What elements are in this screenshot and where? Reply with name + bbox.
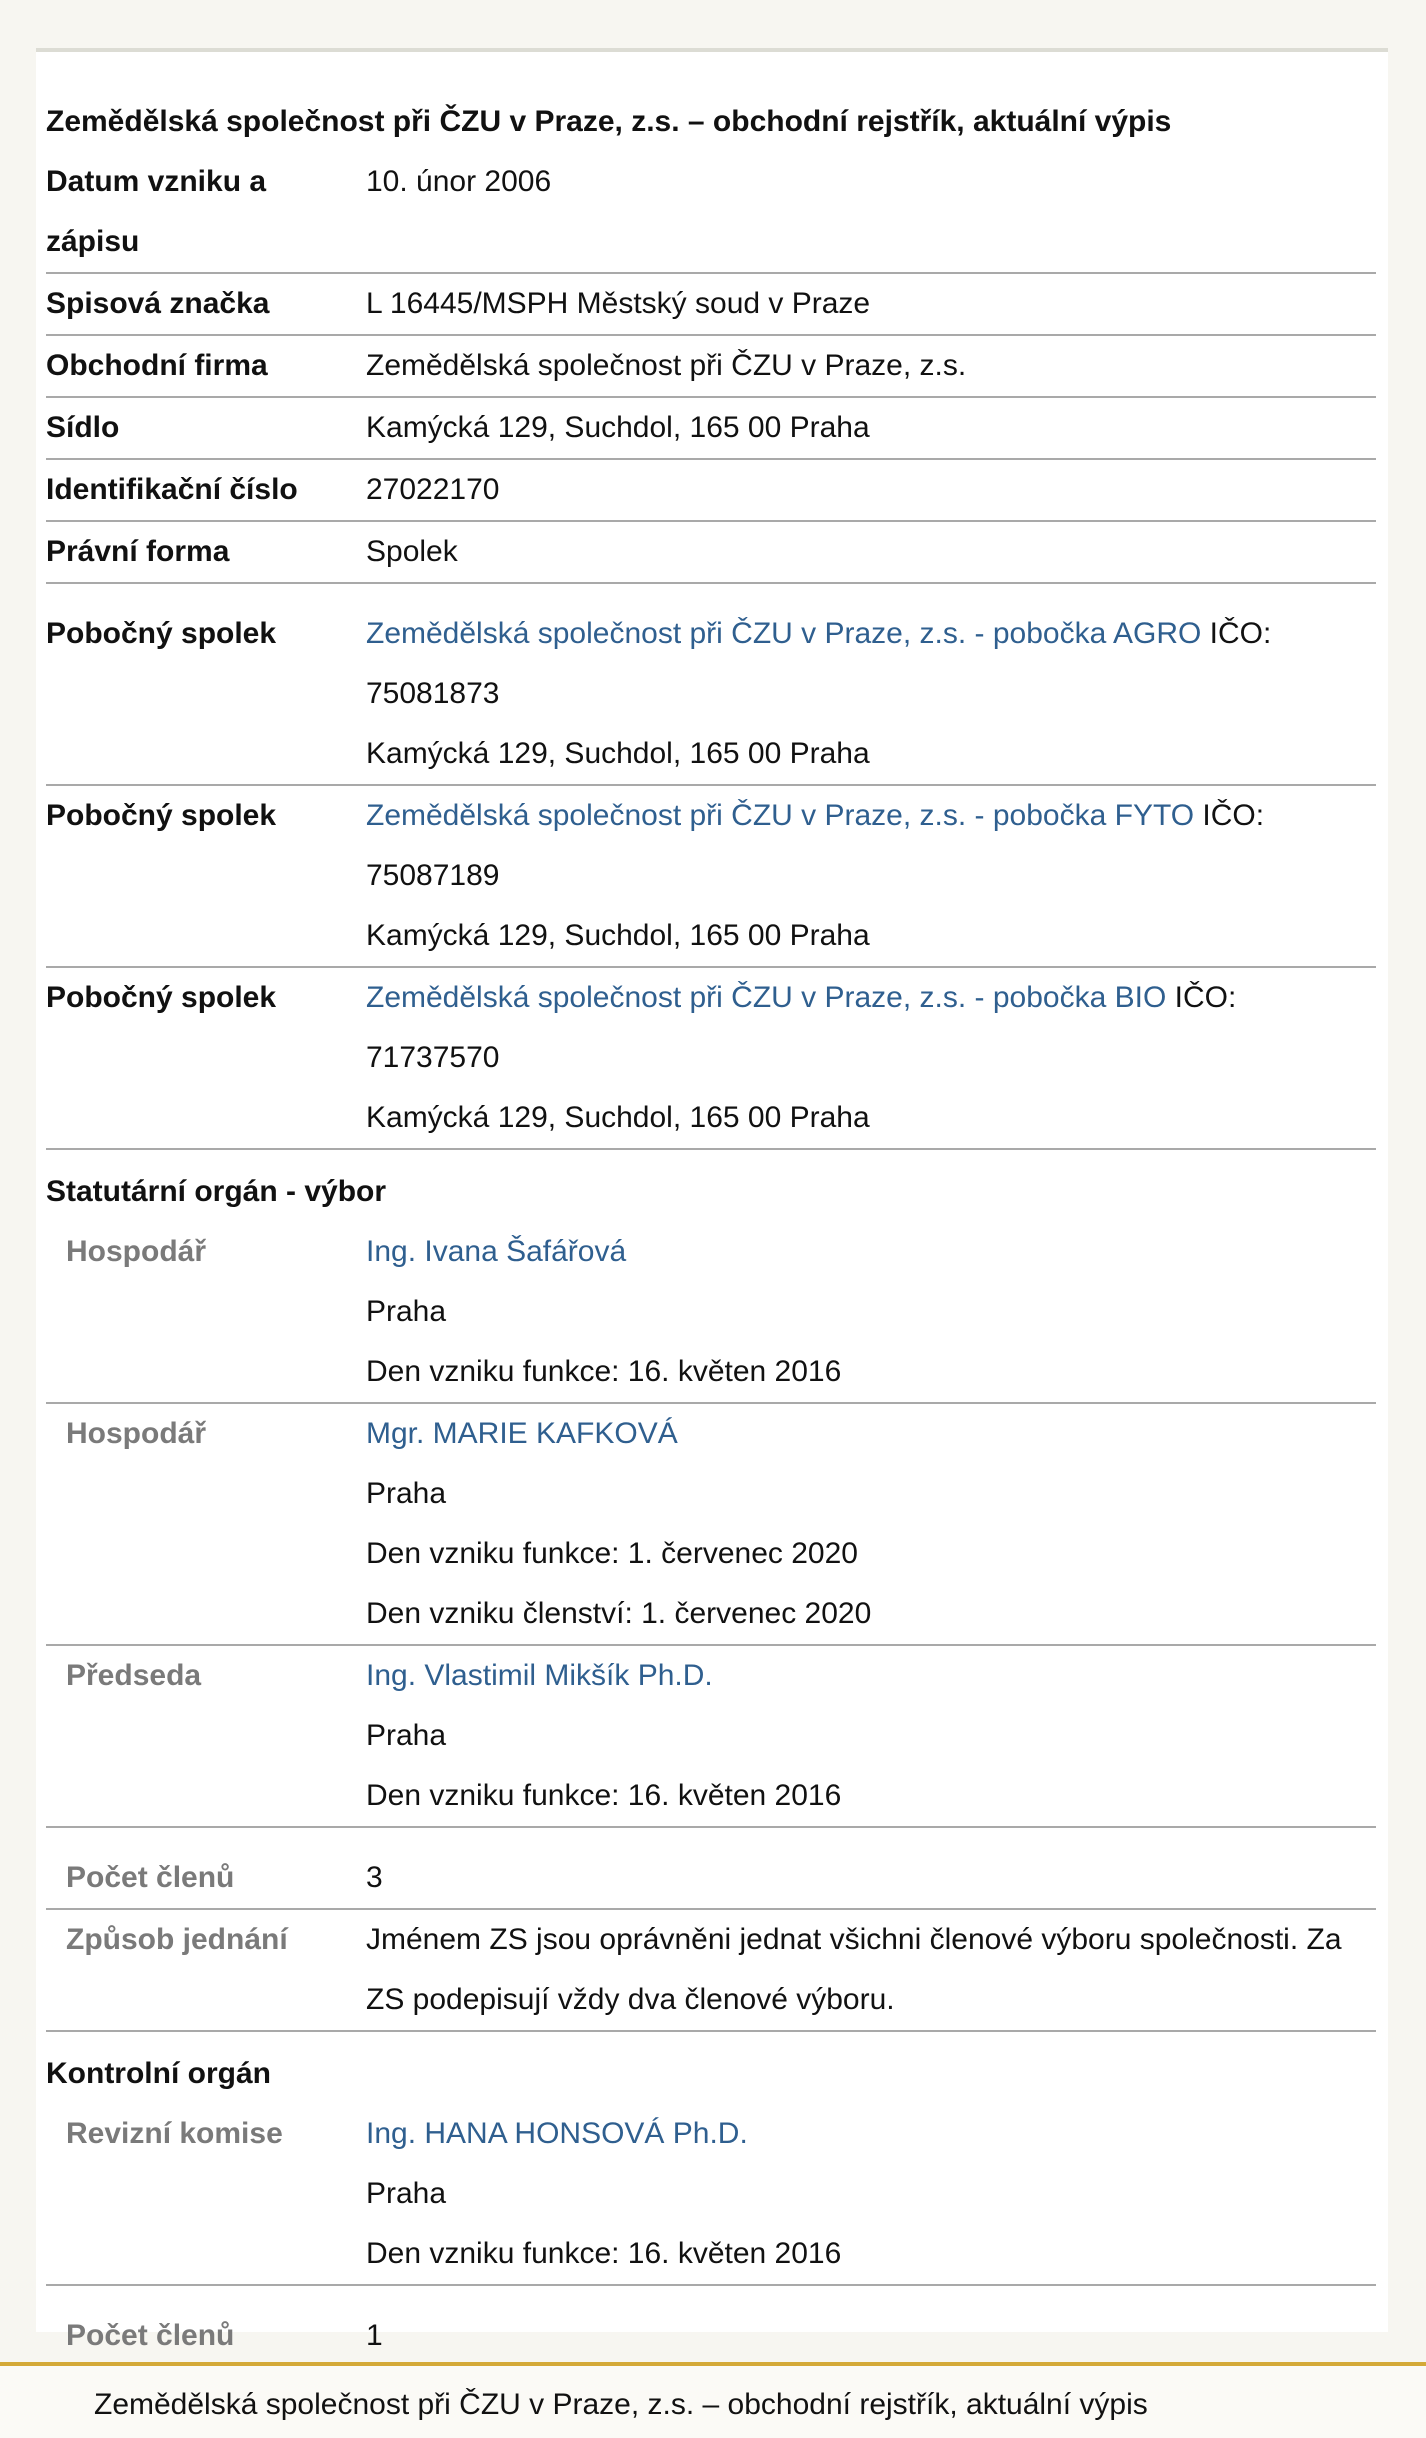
member-details: Ing. Ivana Šafářová Praha Den vzniku fun… xyxy=(366,1222,1376,1402)
member-link[interactable]: Mgr. MARIE KAFKOVÁ xyxy=(366,1417,678,1450)
row-value: Zemědělská společnost při ČZU v Praze, z… xyxy=(366,349,967,382)
row-label: Pobočný spolek xyxy=(46,617,277,650)
row-value: Zemědělská společnost při ČZU v Praze, z… xyxy=(366,968,1376,1148)
member-role: Hospodář xyxy=(66,1417,207,1450)
member-row: Předseda Ing. Vlastimil Mikšík Ph.D. Pra… xyxy=(46,1646,1376,1828)
register-content: Zemědělská společnost při ČZU v Praze, z… xyxy=(46,52,1376,2368)
member-since: Den vzniku funkce: 1. červenec 2020 xyxy=(366,1537,858,1570)
info-row-id-number: Identifikační číslo 27022170 xyxy=(46,460,1376,522)
section-heading-control: Kontrolní orgán xyxy=(46,2057,271,2090)
member-link[interactable]: Ing. HANA HONSOVÁ Ph.D. xyxy=(366,2117,748,2150)
member-details: Mgr. MARIE KAFKOVÁ Praha Den vzniku funk… xyxy=(366,1404,1376,1644)
member-row: Hospodář Mgr. MARIE KAFKOVÁ Praha Den vz… xyxy=(46,1404,1376,1646)
row-value: Spolek xyxy=(366,535,458,568)
member-since: Den vzniku funkce: 16. květen 2016 xyxy=(366,1355,842,1388)
row-label: Počet členů xyxy=(66,2319,235,2352)
member-city: Praha xyxy=(366,2177,447,2210)
row-label: Obchodní firma xyxy=(46,349,268,382)
row-value: 27022170 xyxy=(366,473,500,506)
acting-method-row: Způsob jednání Jménem ZS jsou oprávněni … xyxy=(46,1910,1376,2032)
row-value: Kamýcká 129, Suchdol, 165 00 Praha xyxy=(366,411,870,444)
branch-address: Kamýcká 129, Suchdol, 165 00 Praha xyxy=(366,919,870,952)
member-city: Praha xyxy=(366,1719,447,1752)
member-row: Hospodář Ing. Ivana Šafářová Praha Den v… xyxy=(46,1222,1376,1404)
member-count-row: Počet členů 1 xyxy=(46,2286,1376,2368)
member-link[interactable]: Ing. Vlastimil Mikšík Ph.D. xyxy=(366,1659,713,1692)
member-count: 3 xyxy=(366,1861,383,1894)
branch-link-agro[interactable]: Zemědělská společnost při ČZU v Praze, z… xyxy=(366,617,1201,650)
member-count-row: Počet členů 3 xyxy=(46,1828,1376,1910)
row-label: Způsob jednání xyxy=(66,1923,288,1956)
member-since: Den vzniku funkce: 16. květen 2016 xyxy=(366,2237,842,2270)
page-title: Zemědělská společnost při ČZU v Praze, z… xyxy=(46,105,1172,138)
branch-row: Pobočný spolek Zemědělská společnost při… xyxy=(46,968,1376,1150)
branch-link-bio[interactable]: Zemědělská společnost při ČZU v Praze, z… xyxy=(366,981,1166,1014)
info-row-seat: Sídlo Kamýcká 129, Suchdol, 165 00 Praha xyxy=(46,398,1376,460)
footer-text: Zemědělská společnost při ČZU v Praze, z… xyxy=(94,2388,1148,2421)
ico-text: IČO: xyxy=(1201,617,1272,650)
member-city: Praha xyxy=(366,1477,447,1510)
branch-row: Pobočný spolek Zemědělská společnost při… xyxy=(46,786,1376,968)
member-row: Revizní komise Ing. HANA HONSOVÁ Ph.D. P… xyxy=(46,2104,1376,2286)
branch-address: Kamýcká 129, Suchdol, 165 00 Praha xyxy=(366,737,870,770)
member-role: Hospodář xyxy=(66,1235,207,1268)
member-membership: Den vzniku členství: 1. červenec 2020 xyxy=(366,1597,872,1630)
row-label: Právní forma xyxy=(46,535,230,568)
branch-link-fyto[interactable]: Zemědělská společnost při ČZU v Praze, z… xyxy=(366,799,1194,832)
row-label: Spisová značka xyxy=(46,287,270,320)
row-label: Datum vzniku a zápisu xyxy=(46,165,267,258)
row-label: Sídlo xyxy=(46,411,120,444)
branch-address: Kamýcká 129, Suchdol, 165 00 Praha xyxy=(366,1101,870,1134)
row-label: Identifikační číslo xyxy=(46,473,298,506)
row-label: Pobočný spolek xyxy=(46,799,277,832)
member-details: Ing. HANA HONSOVÁ Ph.D. Praha Den vzniku… xyxy=(366,2104,1376,2284)
row-value: 10. únor 2006 xyxy=(366,165,552,198)
row-value: Zemědělská společnost při ČZU v Praze, z… xyxy=(366,604,1376,784)
register-card: Zemědělská společnost při ČZU v Praze, z… xyxy=(36,48,1388,2368)
footer-bar: Zemědělská společnost při ČZU v Praze, z… xyxy=(0,2362,1426,2438)
info-row-founded: Datum vzniku a zápisu 10. únor 2006 xyxy=(46,152,1376,274)
acting-method: Jménem ZS jsou oprávněni jednat všichni … xyxy=(366,1923,1342,2016)
info-row-file-number: Spisová značka L 16445/MSPH Městský soud… xyxy=(46,274,1376,336)
member-city: Praha xyxy=(366,1295,447,1328)
ico-number: 75087189 xyxy=(366,859,500,892)
ico-number: 75081873 xyxy=(366,677,500,710)
section-heading-statutory: Statutární orgán - výbor xyxy=(46,1175,387,1208)
info-row-legal-form: Právní forma Spolek xyxy=(46,522,1376,584)
branch-row: Pobočný spolek Zemědělská společnost při… xyxy=(46,584,1376,786)
member-count: 1 xyxy=(366,2319,383,2352)
row-value: Zemědělská společnost při ČZU v Praze, z… xyxy=(366,786,1376,966)
member-since: Den vzniku funkce: 16. květen 2016 xyxy=(366,1779,842,1812)
row-label: Počet členů xyxy=(66,1861,235,1894)
member-role: Revizní komise xyxy=(66,2117,283,2150)
member-role: Předseda xyxy=(66,1659,202,1692)
row-label: Pobočný spolek xyxy=(46,981,277,1014)
member-details: Ing. Vlastimil Mikšík Ph.D. Praha Den vz… xyxy=(366,1646,1376,1826)
member-link[interactable]: Ing. Ivana Šafářová xyxy=(366,1235,626,1268)
row-value: L 16445/MSPH Městský soud v Praze xyxy=(366,287,871,320)
info-row-company-name: Obchodní firma Zemědělská společnost při… xyxy=(46,336,1376,398)
ico-text: IČO: xyxy=(1194,799,1265,832)
